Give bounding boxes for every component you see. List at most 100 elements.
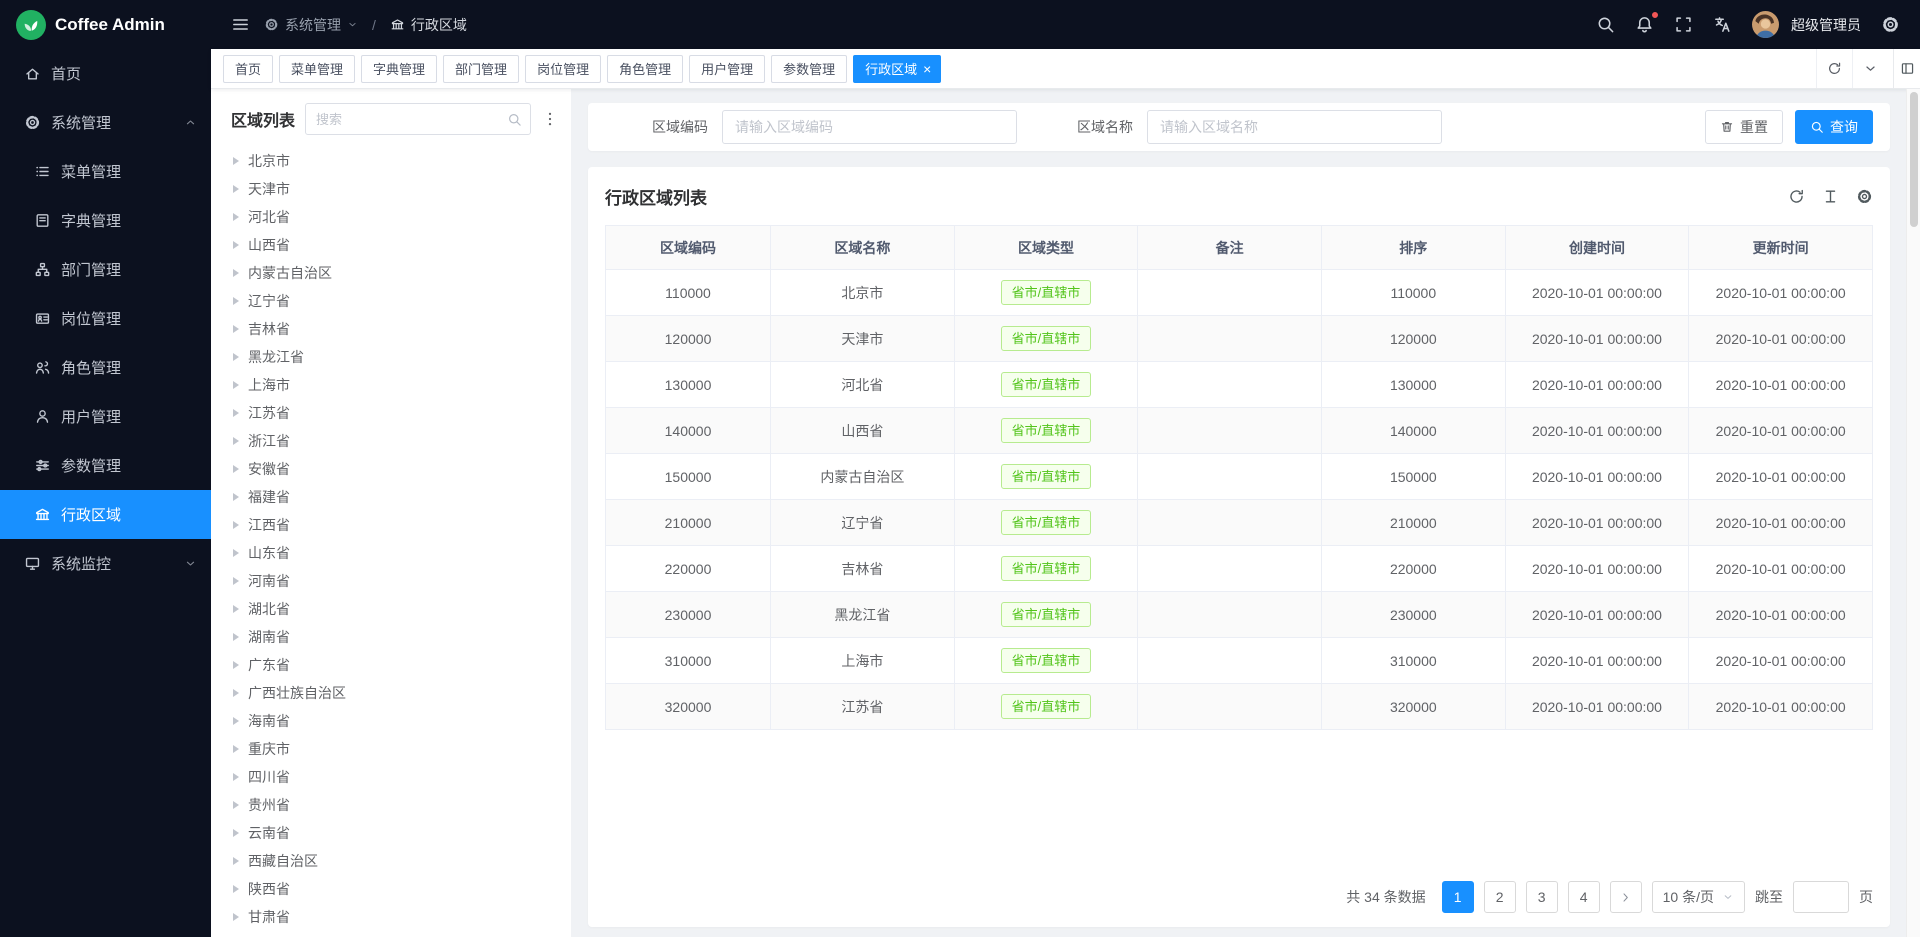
tree-node[interactable]: 安徽省 (231, 455, 559, 483)
tree-node[interactable]: 西藏自治区 (231, 847, 559, 875)
region-code-input[interactable] (722, 110, 1017, 144)
tab[interactable]: 菜单管理 × (279, 55, 355, 83)
caret-right-icon[interactable] (233, 185, 239, 193)
sidebar-subitem[interactable]: 菜单管理 (0, 147, 211, 196)
tree-node[interactable]: 黑龙江省 (231, 343, 559, 371)
tree-node[interactable]: 青海省 (231, 931, 559, 937)
tab[interactable]: 部门管理 × (443, 55, 519, 83)
page-scrollbar[interactable] (1906, 89, 1920, 937)
caret-right-icon[interactable] (233, 605, 239, 613)
global-search-button[interactable] (1596, 15, 1615, 34)
caret-right-icon[interactable] (233, 465, 239, 473)
collapse-sidebar-button[interactable] (231, 15, 250, 34)
tree-node[interactable]: 河北省 (231, 203, 559, 231)
tree-node[interactable]: 海南省 (231, 707, 559, 735)
caret-right-icon[interactable] (233, 717, 239, 725)
tree-node[interactable]: 上海市 (231, 371, 559, 399)
tree-node[interactable]: 江苏省 (231, 399, 559, 427)
tab[interactable]: 行政区域 × (853, 55, 941, 83)
settings-button[interactable] (1881, 15, 1900, 34)
caret-right-icon[interactable] (233, 437, 239, 445)
tree-node[interactable]: 陕西省 (231, 875, 559, 903)
caret-right-icon[interactable] (233, 381, 239, 389)
caret-right-icon[interactable] (233, 801, 239, 809)
tab[interactable]: 首页 × (223, 55, 273, 83)
caret-right-icon[interactable] (233, 241, 239, 249)
caret-right-icon[interactable] (233, 913, 239, 921)
user-name[interactable]: 超级管理员 (1791, 15, 1861, 35)
tree-node[interactable]: 甘肃省 (231, 903, 559, 931)
tree-node[interactable]: 辽宁省 (231, 287, 559, 315)
tree-node[interactable]: 天津市 (231, 175, 559, 203)
scrollbar-thumb[interactable] (1910, 92, 1918, 227)
table-row[interactable]: 110000 北京市 省市/直辖市 110000 2020-10-01 00:0… (606, 270, 1873, 316)
caret-right-icon[interactable] (233, 353, 239, 361)
sidebar-subitem[interactable]: 角色管理 (0, 343, 211, 392)
refresh-table-button[interactable] (1788, 188, 1805, 205)
sidebar-subitem[interactable]: 岗位管理 (0, 294, 211, 343)
region-name-input[interactable] (1147, 110, 1442, 144)
caret-right-icon[interactable] (233, 325, 239, 333)
caret-right-icon[interactable] (233, 409, 239, 417)
next-page-button[interactable] (1610, 881, 1642, 913)
tree-node[interactable]: 河南省 (231, 567, 559, 595)
caret-right-icon[interactable] (233, 745, 239, 753)
tree-node[interactable]: 江西省 (231, 511, 559, 539)
sidebar-group-system-management[interactable]: 系统管理 (0, 98, 211, 147)
table-row[interactable]: 130000 河北省 省市/直辖市 130000 2020-10-01 00:0… (606, 362, 1873, 408)
tab[interactable]: 字典管理 × (361, 55, 437, 83)
tree-node[interactable]: 重庆市 (231, 735, 559, 763)
tree-more-button[interactable] (541, 110, 559, 128)
table-row[interactable]: 230000 黑龙江省 省市/直辖市 230000 2020-10-01 00:… (606, 592, 1873, 638)
tree-node[interactable]: 广西壮族自治区 (231, 679, 559, 707)
layout-settings-button[interactable] (1893, 49, 1920, 89)
caret-right-icon[interactable] (233, 549, 239, 557)
tab-actions-dropdown[interactable] (1852, 49, 1888, 88)
jump-page-input[interactable] (1793, 881, 1849, 913)
tab[interactable]: 角色管理 × (607, 55, 683, 83)
tree-node[interactable]: 广东省 (231, 651, 559, 679)
search-icon[interactable] (507, 112, 522, 127)
caret-right-icon[interactable] (233, 661, 239, 669)
tree-node[interactable]: 贵州省 (231, 791, 559, 819)
page-button[interactable]: 3 (1526, 881, 1558, 913)
table-row[interactable]: 140000 山西省 省市/直辖市 140000 2020-10-01 00:0… (606, 408, 1873, 454)
fullscreen-button[interactable] (1674, 15, 1693, 34)
tree-node[interactable]: 山西省 (231, 231, 559, 259)
tree-node[interactable]: 吉林省 (231, 315, 559, 343)
tree-node[interactable]: 山东省 (231, 539, 559, 567)
reset-button[interactable]: 重置 (1705, 110, 1783, 144)
refresh-page-button[interactable] (1816, 49, 1852, 88)
caret-right-icon[interactable] (233, 857, 239, 865)
tab[interactable]: 参数管理 × (771, 55, 847, 83)
page-button[interactable]: 4 (1568, 881, 1600, 913)
sidebar-item-home[interactable]: 首页 (0, 49, 211, 98)
caret-right-icon[interactable] (233, 633, 239, 641)
caret-right-icon[interactable] (233, 269, 239, 277)
page-size-select[interactable]: 10 条/页 (1652, 881, 1745, 913)
caret-right-icon[interactable] (233, 689, 239, 697)
sidebar-subitem[interactable]: 参数管理 (0, 441, 211, 490)
tree-node[interactable]: 云南省 (231, 819, 559, 847)
tree-node[interactable]: 北京市 (231, 147, 559, 175)
breadcrumb-group[interactable]: 系统管理 (264, 15, 358, 35)
page-button[interactable]: 1 (1442, 881, 1474, 913)
page-button[interactable]: 2 (1484, 881, 1516, 913)
caret-right-icon[interactable] (233, 157, 239, 165)
caret-right-icon[interactable] (233, 577, 239, 585)
caret-right-icon[interactable] (233, 521, 239, 529)
tree-node[interactable]: 浙江省 (231, 427, 559, 455)
caret-right-icon[interactable] (233, 213, 239, 221)
user-avatar[interactable] (1752, 11, 1779, 38)
sidebar-subitem[interactable]: 字典管理 (0, 196, 211, 245)
notifications-button[interactable] (1635, 15, 1654, 34)
column-settings-button[interactable] (1856, 188, 1873, 205)
caret-right-icon[interactable] (233, 885, 239, 893)
tree-node[interactable]: 湖南省 (231, 623, 559, 651)
table-row[interactable]: 220000 吉林省 省市/直辖市 220000 2020-10-01 00:0… (606, 546, 1873, 592)
table-row[interactable]: 120000 天津市 省市/直辖市 120000 2020-10-01 00:0… (606, 316, 1873, 362)
table-row[interactable]: 210000 辽宁省 省市/直辖市 210000 2020-10-01 00:0… (606, 500, 1873, 546)
tree-node[interactable]: 湖北省 (231, 595, 559, 623)
caret-right-icon[interactable] (233, 297, 239, 305)
tab-close-icon[interactable]: × (923, 62, 931, 76)
